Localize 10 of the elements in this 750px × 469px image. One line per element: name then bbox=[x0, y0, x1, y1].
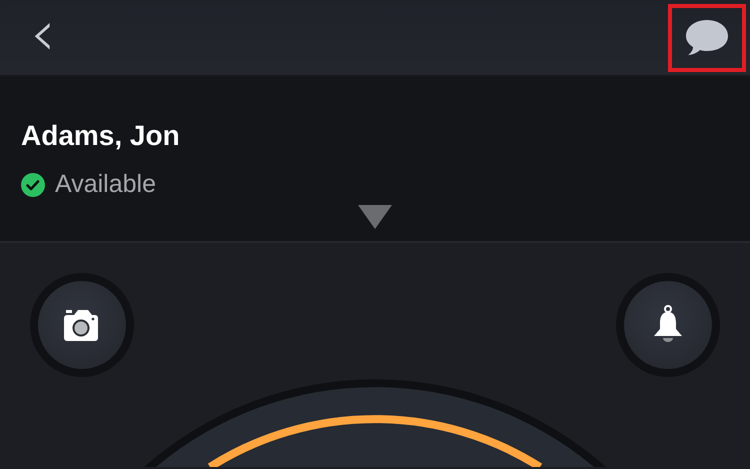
triangle-icon bbox=[358, 205, 392, 229]
contact-name: Adams, Jon bbox=[21, 120, 181, 152]
speech-bubble-icon bbox=[684, 18, 730, 58]
dial-drawing[interactable] bbox=[144, 379, 606, 467]
expand-toggle[interactable] bbox=[358, 205, 392, 229]
back-button[interactable]: ‹ bbox=[24, 2, 62, 66]
chat-button[interactable] bbox=[668, 4, 746, 72]
status-label: Available bbox=[55, 170, 156, 199]
camera-icon bbox=[64, 309, 100, 341]
bell-icon bbox=[652, 305, 684, 345]
